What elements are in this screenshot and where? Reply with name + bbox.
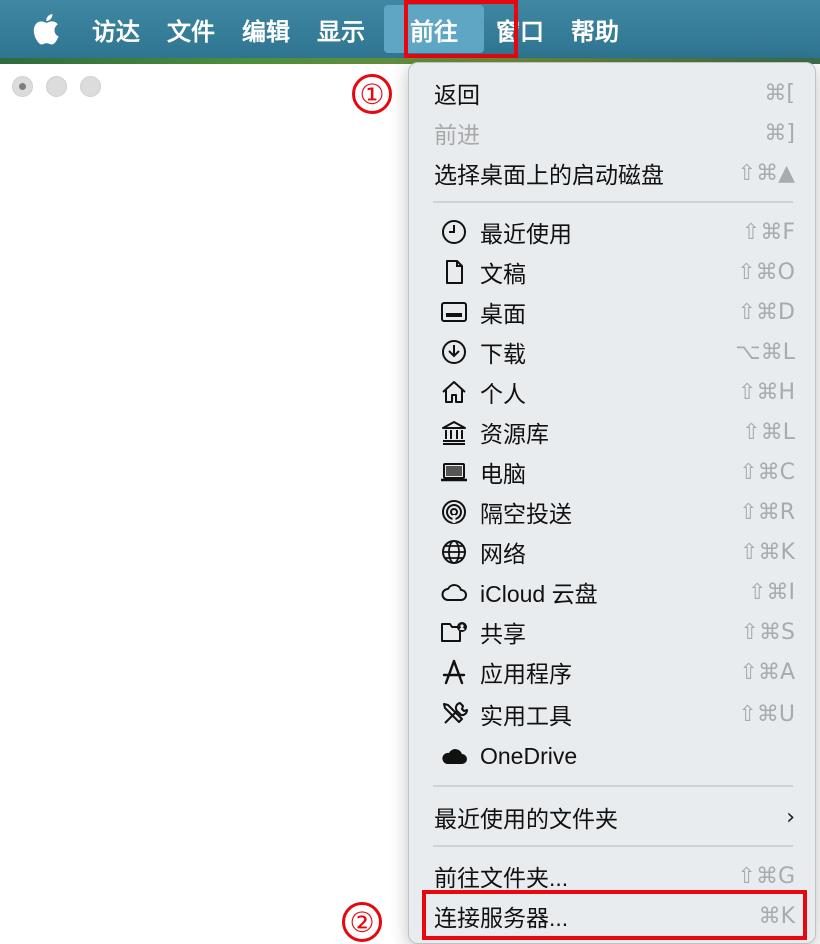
menu-separator (433, 845, 793, 847)
menu-item-computer-shortcut: ⇧⌘C (739, 459, 795, 485)
shared-folder-icon (440, 618, 468, 646)
chevron-right-icon: › (786, 804, 795, 830)
desktop-icon (440, 298, 468, 326)
menu-item-icloud-drive-shortcut: ⇧⌘I (748, 579, 795, 605)
menu-item-applications[interactable]: 应用程序 ⇧⌘A (409, 652, 817, 692)
menu-item-forward: 前进 ⌘] (409, 113, 817, 153)
laptop-icon (440, 458, 468, 486)
menu-item-utilities[interactable]: 实用工具 ⇧⌘U (409, 694, 817, 734)
menu-item-documents[interactable]: 文稿 ⇧⌘O (409, 252, 817, 292)
menu-item-shared[interactable]: 共享 ⇧⌘S (409, 612, 817, 652)
home-icon (440, 378, 468, 406)
menu-item-utilities-label: 实用工具 (480, 703, 572, 729)
menu-item-recents-label: 最近使用 (480, 221, 572, 247)
applications-icon (440, 658, 468, 686)
menu-item-network[interactable]: 网络 ⇧⌘K (409, 532, 817, 572)
menu-item-recent-folders-label: 最近使用的文件夹 (434, 806, 618, 832)
menu-item-airdrop-label: 隔空投送 (480, 501, 572, 527)
menu-item-shared-label: 共享 (480, 621, 526, 647)
menu-item-forward-label: 前进 (434, 122, 480, 148)
menu-item-back[interactable]: 返回 ⌘[ (409, 73, 817, 113)
menu-item-desktop-shortcut: ⇧⌘D (737, 299, 795, 325)
menu-item-desktop-label: 桌面 (480, 301, 526, 327)
menubar-file[interactable]: 文件 (159, 5, 223, 53)
connect-server-highlight-box (422, 890, 807, 940)
airdrop-icon (440, 498, 468, 526)
menu-item-recents[interactable]: 最近使用 ⇧⌘F (409, 212, 817, 252)
menubar-finder[interactable]: 访达 (84, 5, 148, 53)
close-window-button[interactable] (12, 76, 33, 97)
menu-item-onedrive[interactable]: OneDrive (409, 736, 817, 776)
window-traffic-lights (12, 76, 101, 97)
menu-item-network-label: 网络 (480, 541, 526, 567)
menu-item-utilities-shortcut: ⇧⌘U (738, 701, 795, 727)
minimize-window-button[interactable] (46, 76, 67, 97)
clock-icon (440, 218, 468, 246)
menu-item-computer-label: 电脑 (480, 461, 526, 487)
menu-item-library[interactable]: 资源库 ⇧⌘L (409, 412, 817, 452)
cloud-icon (440, 578, 468, 606)
menu-item-go-to-folder-shortcut: ⇧⌘G (737, 863, 795, 889)
menu-item-home-label: 个人 (480, 381, 526, 407)
menu-item-desktop[interactable]: 桌面 ⇧⌘D (409, 292, 817, 332)
menu-item-recents-shortcut: ⇧⌘F (741, 219, 795, 245)
download-icon (440, 338, 468, 366)
menubar-help[interactable]: 帮助 (563, 5, 627, 53)
menu-separator (433, 785, 793, 787)
menu-item-icloud-drive[interactable]: iCloud 云盘 ⇧⌘I (409, 572, 817, 612)
menu-item-computer[interactable]: 电脑 ⇧⌘C (409, 452, 817, 492)
menu-item-downloads[interactable]: 下载 ⌥⌘L (409, 332, 817, 372)
apple-logo-icon[interactable] (30, 9, 66, 49)
menu-item-startup-disk-label: 选择桌面上的启动磁盘 (434, 162, 664, 188)
menu-item-shared-shortcut: ⇧⌘S (740, 619, 795, 645)
step-1-marker: ① (352, 74, 392, 114)
go-menu: 返回 ⌘[ 前进 ⌘] 选择桌面上的启动磁盘 ⇧⌘▲ 最近使用 ⇧⌘F 文稿 ⇧… (408, 62, 816, 944)
menu-item-go-to-folder-label: 前往文件夹... (434, 865, 569, 891)
menu-item-home[interactable]: 个人 ⇧⌘H (409, 372, 817, 412)
menu-item-documents-label: 文稿 (480, 261, 526, 287)
menu-separator (433, 201, 793, 203)
step-2-marker: ② (342, 902, 382, 942)
library-icon (440, 418, 468, 446)
menu-item-back-label: 返回 (434, 82, 480, 108)
menubar-edit[interactable]: 编辑 (234, 5, 298, 53)
menu-item-onedrive-label: OneDrive (480, 742, 578, 769)
menubar-view[interactable]: 显示 (309, 5, 373, 53)
menu-item-startup-disk-shortcut: ⇧⌘▲ (737, 160, 795, 186)
menu-item-startup-disk[interactable]: 选择桌面上的启动磁盘 ⇧⌘▲ (409, 153, 817, 193)
document-icon (440, 258, 468, 286)
utilities-icon (440, 700, 468, 728)
globe-icon (440, 538, 468, 566)
menu-item-icloud-drive-label: iCloud 云盘 (480, 581, 598, 607)
menu-item-forward-shortcut: ⌘] (764, 120, 795, 146)
menu-item-back-shortcut: ⌘[ (764, 80, 795, 106)
menu-item-documents-shortcut: ⇧⌘O (737, 259, 795, 285)
zoom-window-button[interactable] (80, 76, 101, 97)
menu-item-network-shortcut: ⇧⌘K (740, 539, 795, 565)
menu-item-recent-folders[interactable]: 最近使用的文件夹 › (409, 797, 817, 837)
menu-item-downloads-shortcut: ⌥⌘L (735, 339, 795, 365)
menu-item-airdrop[interactable]: 隔空投送 ⇧⌘R (409, 492, 817, 532)
go-menu-highlight-box (404, 0, 518, 58)
menu-item-applications-label: 应用程序 (480, 661, 572, 687)
menu-item-downloads-label: 下载 (480, 341, 526, 367)
menu-item-home-shortcut: ⇧⌘H (738, 379, 795, 405)
onedrive-cloud-icon (440, 742, 468, 770)
menu-item-applications-shortcut: ⇧⌘A (739, 659, 795, 685)
menu-item-library-shortcut: ⇧⌘L (742, 419, 795, 445)
menu-item-library-label: 资源库 (480, 421, 549, 447)
menu-item-airdrop-shortcut: ⇧⌘R (739, 499, 795, 525)
